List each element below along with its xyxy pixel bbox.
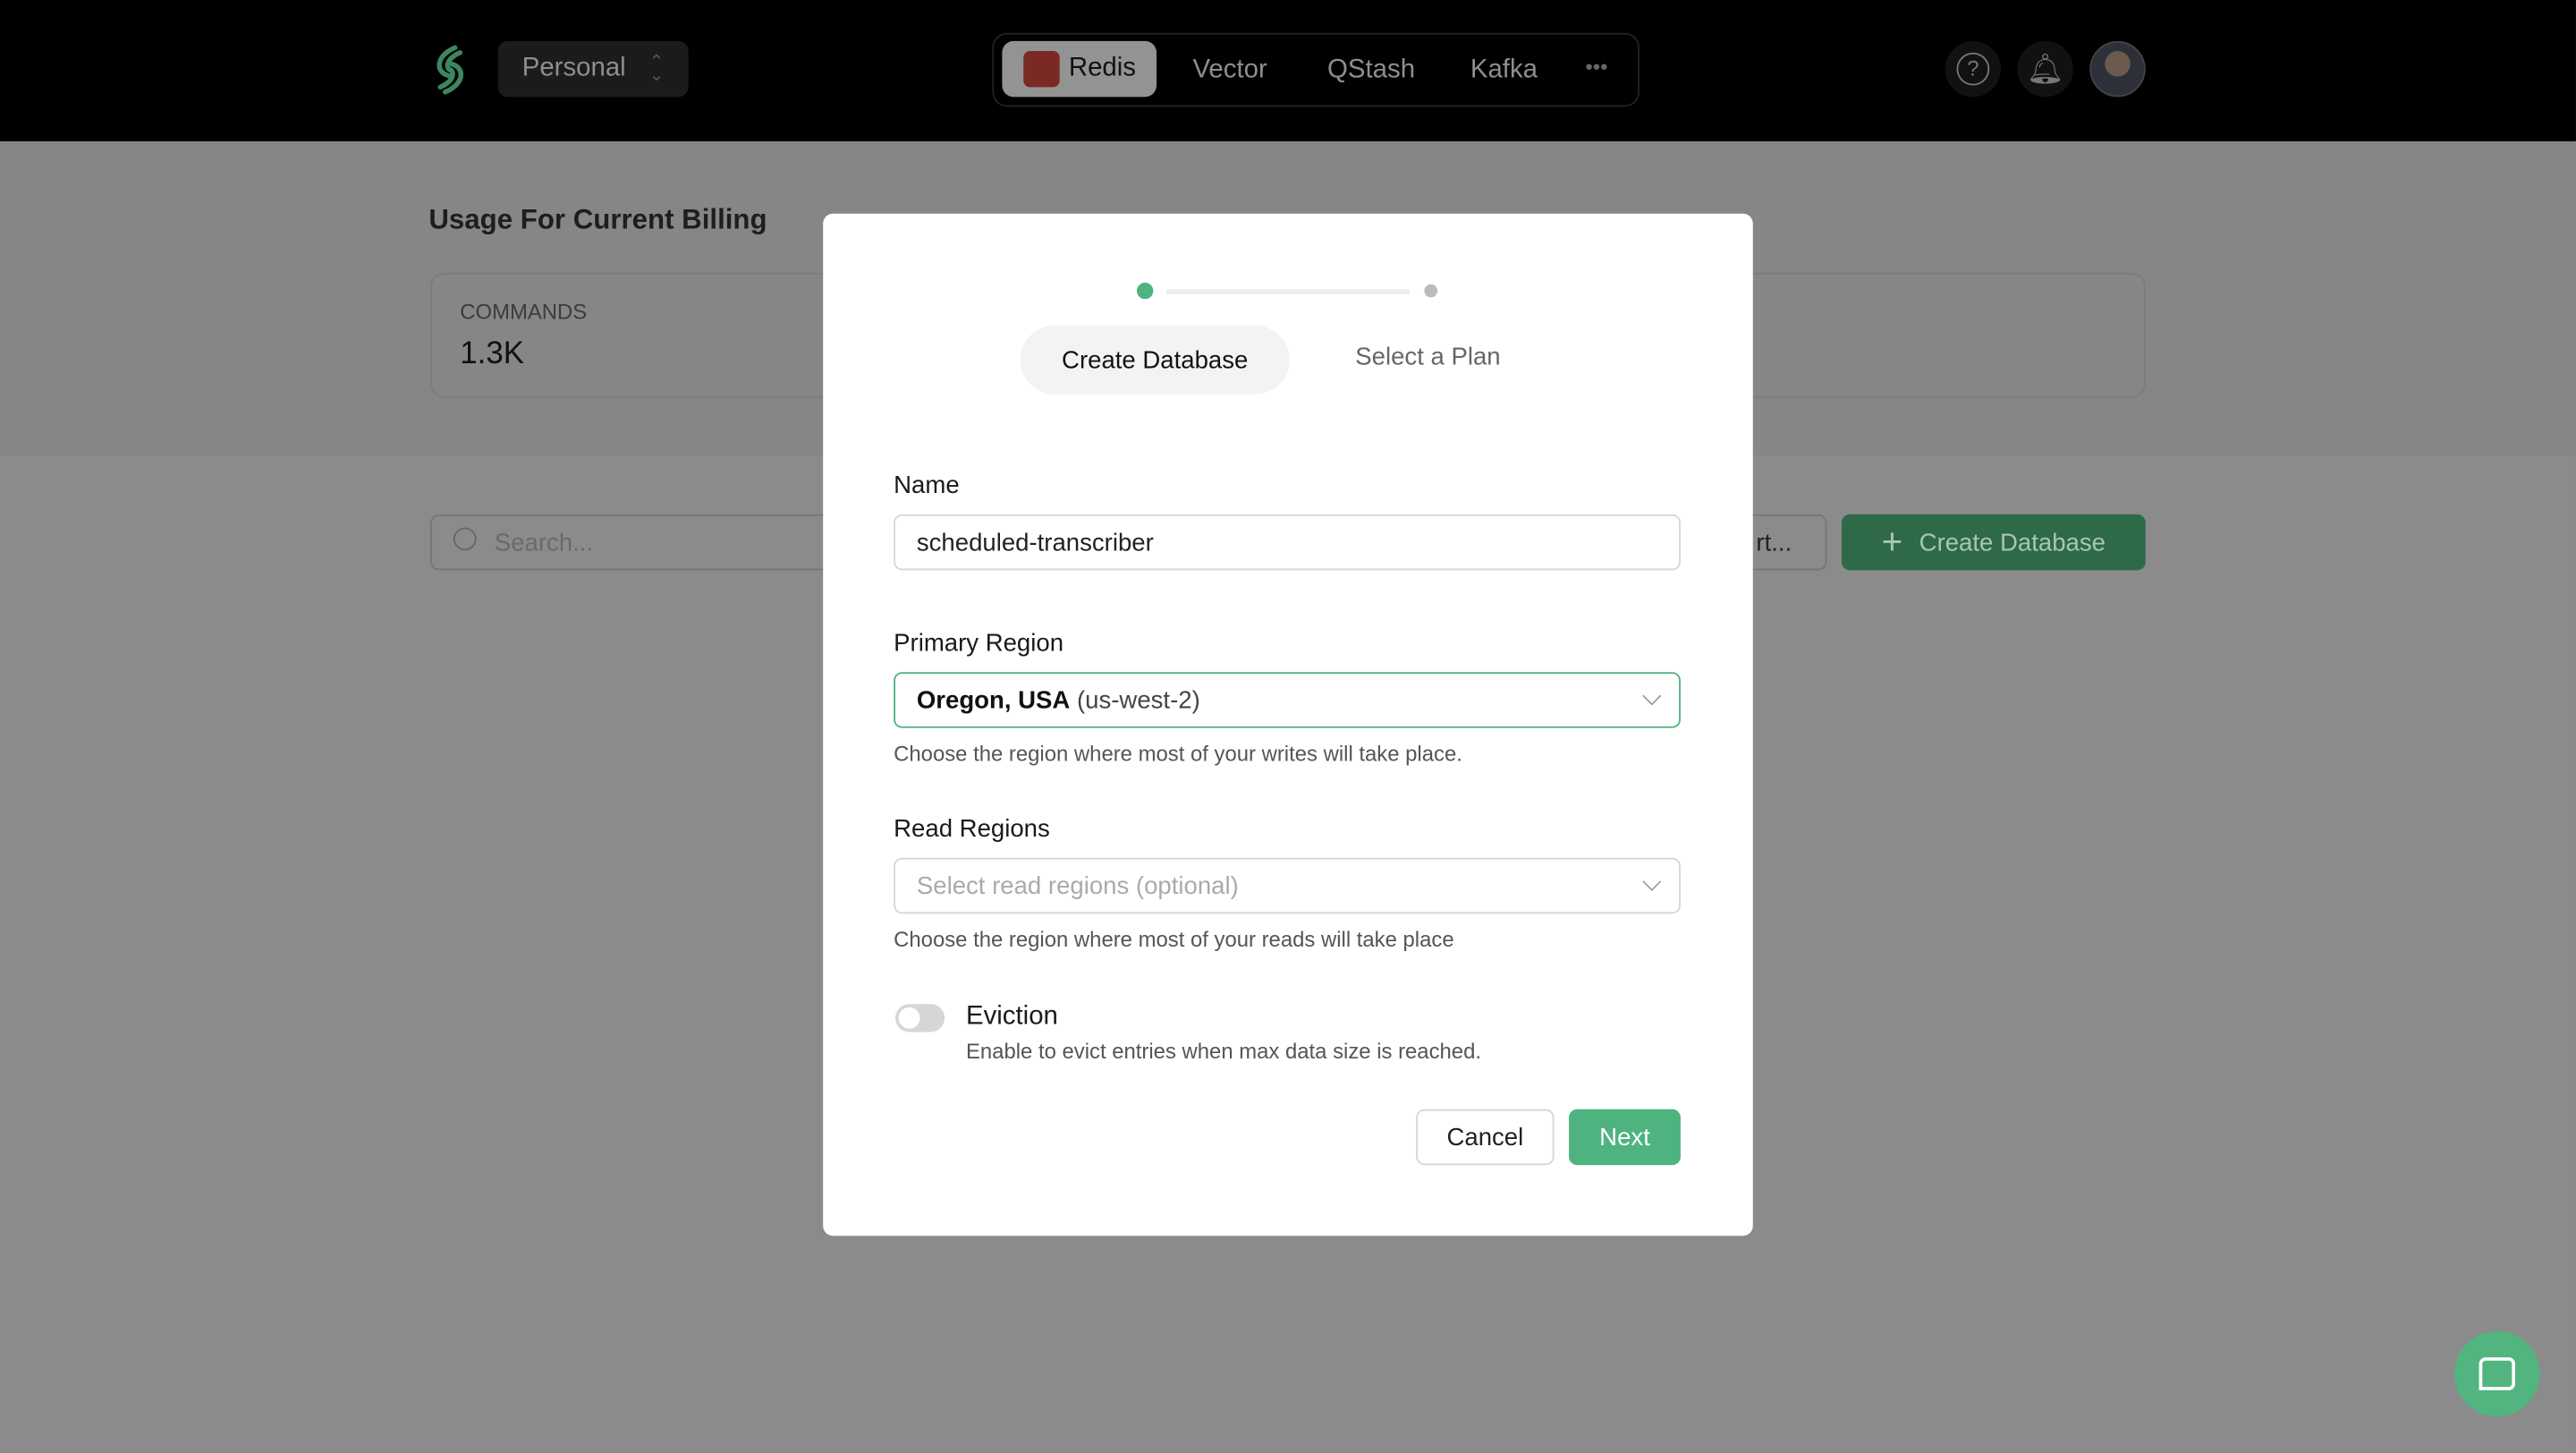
workspace-label: Personal	[521, 54, 626, 82]
sort-label: rt...	[1756, 529, 1792, 557]
tab-kafka[interactable]: Kafka	[1470, 55, 1538, 85]
read-regions-select[interactable]: Select read regions (optional)	[894, 857, 1681, 914]
cancel-button[interactable]: Cancel	[1416, 1109, 1555, 1166]
name-input[interactable]: scheduled-transcriber	[894, 514, 1681, 571]
read-regions-label: Read Regions	[894, 815, 1050, 844]
notifications-button[interactable]: 🔔︎	[2017, 40, 2073, 98]
search-input[interactable]: Search...	[430, 514, 858, 571]
step-tab-select-plan[interactable]: Select a Plan	[1355, 344, 1500, 371]
stat-label: COMMANDS	[460, 299, 588, 324]
eviction-description: Enable to evict entries when max data si…	[965, 1038, 1482, 1064]
create-database-button[interactable]: + Create Database	[1841, 514, 2146, 571]
help-button[interactable]: ?	[1945, 40, 2002, 98]
tab-redis[interactable]: Redis	[1002, 40, 1157, 98]
region-code: (us-west-2)	[1076, 685, 1200, 715]
usage-title: Usage For Current Billing	[428, 203, 767, 235]
tab-vector[interactable]: Vector	[1192, 55, 1267, 85]
chat-icon	[2479, 1357, 2515, 1390]
search-placeholder: Search...	[494, 528, 594, 557]
step-2-dot	[1424, 284, 1438, 298]
product-nav: Redis Vector QStash Kafka •••	[992, 32, 1640, 107]
primary-region-label: Primary Region	[894, 629, 1064, 658]
more-icon[interactable]: •••	[1585, 55, 1607, 80]
chevron-down-icon	[1642, 686, 1662, 706]
bell-icon: 🔔︎	[2026, 51, 2064, 85]
primary-region-select[interactable]: Oregon, USA (us-west-2)	[894, 672, 1681, 728]
step-1-dot	[1136, 282, 1154, 300]
workspace-selector[interactable]: Personal ⌃ ⌄	[497, 40, 689, 98]
next-button[interactable]: Next	[1569, 1109, 1681, 1166]
region-name: Oregon, USA	[916, 685, 1071, 715]
read-regions-help: Choose the region where most of your rea…	[894, 926, 1454, 952]
name-label: Name	[894, 472, 960, 500]
avatar[interactable]	[2089, 40, 2146, 98]
step-tab-create-database[interactable]: Create Database	[1020, 325, 1290, 395]
tab-label: Redis	[1068, 54, 1136, 82]
search-icon	[453, 527, 477, 551]
create-database-modal: Create Database Select a Plan Name sched…	[823, 213, 1753, 1236]
read-regions-placeholder: Select read regions (optional)	[916, 871, 1239, 900]
primary-region-help: Choose the region where most of your wri…	[894, 741, 1462, 766]
question-icon: ?	[1956, 52, 1990, 86]
step-progress-line	[1166, 289, 1410, 294]
plus-icon: +	[1881, 521, 1903, 563]
top-bar: Personal ⌃ ⌄ Redis Vector QStash Kafka ••…	[0, 0, 2576, 141]
chevron-down-icon	[1642, 871, 1662, 891]
eviction-toggle[interactable]	[895, 1004, 945, 1032]
stat-value: 1.3K	[460, 336, 525, 372]
toggle-knob	[898, 1007, 920, 1029]
create-label: Create Database	[1919, 528, 2106, 557]
upstash-logo-icon[interactable]	[428, 43, 471, 98]
redis-icon	[1022, 50, 1059, 88]
eviction-label: Eviction	[965, 1002, 1058, 1031]
chevron-updown-icon: ⌃ ⌄	[648, 52, 665, 86]
tab-qstash[interactable]: QStash	[1327, 55, 1415, 85]
chat-support-button[interactable]	[2454, 1330, 2540, 1417]
name-value: scheduled-transcriber	[916, 528, 1154, 557]
